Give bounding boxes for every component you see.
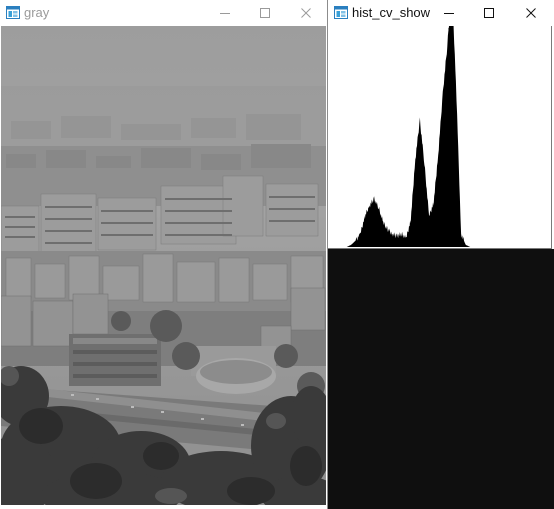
close-icon bbox=[301, 8, 311, 18]
minimize-button[interactable] bbox=[205, 0, 245, 26]
app-window-icon bbox=[334, 6, 348, 19]
close-icon bbox=[526, 8, 536, 18]
minimize-icon bbox=[444, 13, 454, 14]
maximize-button[interactable] bbox=[245, 0, 285, 26]
close-button[interactable] bbox=[286, 0, 326, 26]
gray-window: gray bbox=[0, 0, 328, 509]
grayscale-image bbox=[1, 26, 326, 505]
app-window-icon bbox=[6, 6, 20, 19]
maximize-button[interactable] bbox=[469, 0, 509, 26]
histogram-area bbox=[342, 26, 488, 247]
window-title: hist_cv_show bbox=[352, 5, 431, 20]
hist-title-bar[interactable]: hist_cv_show bbox=[328, 0, 554, 26]
maximize-icon bbox=[484, 8, 494, 18]
hist-client-area bbox=[328, 26, 554, 509]
histogram-svg bbox=[342, 26, 488, 247]
close-button[interactable] bbox=[511, 0, 551, 26]
maximize-icon bbox=[260, 8, 270, 18]
hist-window: hist_cv_show bbox=[328, 0, 554, 509]
minimize-icon bbox=[220, 13, 230, 14]
window-title: gray bbox=[24, 5, 50, 20]
hist-empty-area bbox=[328, 249, 554, 509]
gray-title-bar[interactable]: gray bbox=[0, 0, 327, 26]
histogram-chart bbox=[328, 26, 552, 249]
minimize-button[interactable] bbox=[429, 0, 469, 26]
